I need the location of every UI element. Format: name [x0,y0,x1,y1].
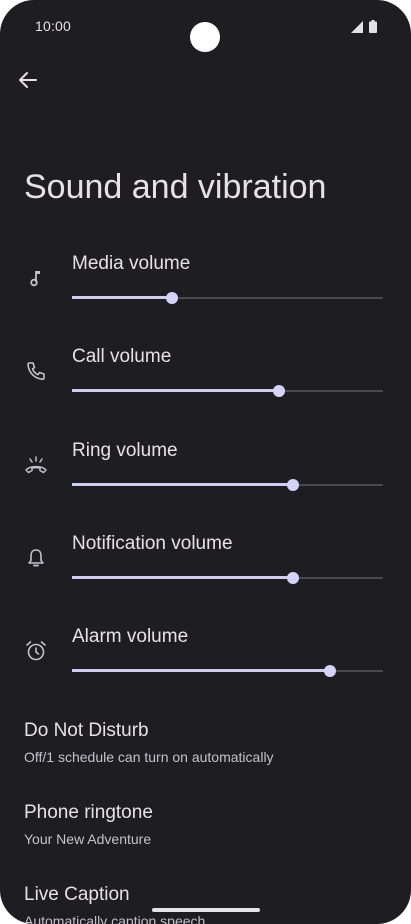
do-not-disturb-title: Do Not Disturb [24,720,149,741]
alarm-volume-label: Alarm volume [72,626,189,647]
call-volume-label: Call volume [72,346,172,367]
battery-icon [369,20,377,38]
music-note-icon [23,265,49,291]
status-time: 10:00 [35,18,72,34]
ring-icon [23,452,49,478]
status-bar: 10:00 [0,0,411,52]
live-caption-title: Live Caption [24,884,130,905]
signal-icon [351,20,363,38]
media-volume-row: Media volume [0,253,411,333]
back-button[interactable] [12,66,44,98]
do-not-disturb-summary: Off/1 schedule can turn on automatically [24,749,274,765]
slider-fill [72,389,279,392]
do-not-disturb-item[interactable]: Do Not Disturb Off/1 schedule can turn o… [0,720,411,792]
phone-screen: 10:00 Sound and vibration Media volume C… [0,0,411,924]
slider-thumb[interactable] [287,479,299,491]
arrow-back-icon [18,70,38,95]
slider-fill [72,669,330,672]
slider-thumb[interactable] [166,292,178,304]
live-caption-item[interactable]: Live Caption Automatically caption speec… [0,884,411,924]
phone-ringtone-item[interactable]: Phone ringtone Your New Adventure [0,802,411,874]
home-indicator[interactable] [152,908,260,912]
ring-volume-row: Ring volume [0,440,411,520]
status-icons [351,20,377,38]
call-volume-row: Call volume [0,346,411,426]
slider-fill [72,296,172,299]
ring-volume-slider[interactable] [72,476,383,494]
slider-fill [72,483,293,486]
alarm-volume-slider[interactable] [72,662,383,680]
phone-ringtone-title: Phone ringtone [24,802,153,823]
call-volume-slider[interactable] [72,382,383,400]
live-caption-summary: Automatically caption speech [24,913,206,924]
notification-volume-label: Notification volume [72,533,233,554]
bell-icon [23,545,49,571]
page-title: Sound and vibration [24,168,327,206]
media-volume-label: Media volume [72,253,191,274]
slider-thumb[interactable] [324,665,336,677]
alarm-clock-icon [23,638,49,664]
ring-volume-label: Ring volume [72,440,178,461]
media-volume-slider[interactable] [72,289,383,307]
phone-ringtone-summary: Your New Adventure [24,831,152,847]
slider-thumb[interactable] [273,385,285,397]
notification-volume-row: Notification volume [0,533,411,613]
slider-fill [72,576,293,579]
phone-icon [23,358,49,384]
camera-cutout [190,22,220,52]
alarm-volume-row: Alarm volume [0,626,411,706]
notification-volume-slider[interactable] [72,569,383,587]
slider-thumb[interactable] [287,572,299,584]
